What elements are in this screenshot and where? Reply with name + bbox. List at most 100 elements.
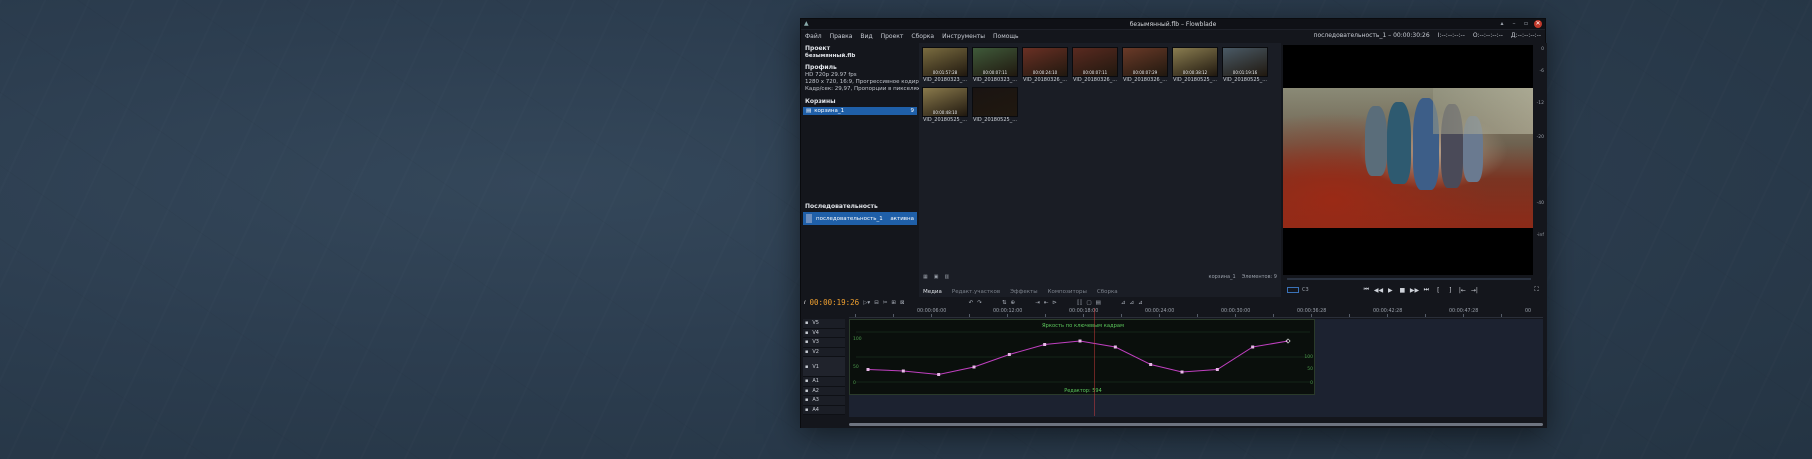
media-name: VID_20180525_... (1223, 77, 1267, 83)
insert-icon[interactable]: ⇥ (1035, 300, 1040, 306)
cut-icon[interactable]: ✂ (883, 300, 888, 306)
menu-render[interactable]: Сборка (911, 33, 934, 40)
menubar: Файл Правка Вид Проект Сборка Инструмент… (801, 30, 1545, 42)
track-mute-icon[interactable]: ▪ (805, 397, 808, 403)
track-header-v2[interactable]: ▪ V2 (803, 347, 845, 357)
menu-file[interactable]: Файл (805, 33, 822, 40)
track-header-v3[interactable]: ▪ V3 (803, 338, 845, 348)
menu-view[interactable]: Вид (860, 33, 872, 40)
track-header-a2[interactable]: ▪ A2 (803, 386, 845, 396)
goto-end-icon[interactable]: ⏭ (1422, 286, 1431, 294)
append-icon[interactable]: ⊳ (1052, 300, 1057, 306)
media-item[interactable]: 00:00:07:29 VID_20180326_... (1122, 47, 1168, 83)
lift-icon[interactable]: ⊠ (900, 300, 905, 306)
media-item[interactable]: 00:00:07:11 VID_20180326_... (1072, 47, 1118, 83)
tab-effects[interactable]: Эффекты (1010, 289, 1038, 295)
list-view-icon[interactable]: ▦ (923, 274, 928, 280)
goto-mark-out-icon[interactable]: →| (1470, 287, 1479, 294)
grid-size-large-icon[interactable]: ▥ (944, 274, 949, 280)
tab-media[interactable]: Медиа (923, 289, 942, 295)
track-mute-icon[interactable]: ▪ (805, 320, 808, 326)
zoom-icon[interactable]: ⊟ (874, 300, 879, 306)
media-item[interactable]: 00:00:38:12 VID_20180525_... (1172, 47, 1218, 83)
sequence-item[interactable]: последовательность_1 активна (803, 212, 917, 225)
playhead[interactable] (1094, 308, 1095, 416)
tab-compositors[interactable]: Композиторы (1048, 289, 1087, 295)
snap-icon[interactable]: ⊕ (1010, 300, 1015, 306)
track-mute-icon[interactable]: ▪ (805, 378, 808, 384)
media-item[interactable]: 00:00:07:11 VID_20180323_... (972, 47, 1018, 83)
overwrite-icon[interactable]: ⇤ (1044, 300, 1049, 306)
goto-mark-in-icon[interactable]: |← (1458, 287, 1467, 294)
mark-in-icon[interactable]: [ (1434, 287, 1443, 294)
keyframe-editor[interactable]: Яркость по ключевым кадрам Редактор: 594 1… (849, 319, 1315, 395)
undo-icon[interactable]: ↶ (969, 300, 974, 306)
play-icon[interactable]: ▶ (1386, 287, 1395, 294)
sequence-name: последовательность_1 (816, 215, 883, 222)
mark-in: I:--:--:--:-- (1437, 32, 1465, 39)
video-monitor[interactable] (1283, 45, 1533, 275)
splice-icon[interactable]: ⊞ (891, 300, 896, 306)
value-label: 50 (853, 364, 859, 370)
trim-icon[interactable]: ⟦⟧ (1077, 300, 1082, 306)
media-item[interactable]: 00:00:24:10 VID_20180326_... (1022, 47, 1068, 83)
track-mute-icon[interactable]: ▪ (805, 364, 808, 370)
flowblade-window: ▲ безымянный.flb – Flowblade ▴ – ▫ ✕ Фай… (800, 18, 1547, 428)
clip-mode-icon[interactable]: C3 (1302, 287, 1309, 293)
menu-tools[interactable]: Инструменты (942, 33, 985, 40)
media-item[interactable]: 00:01:57:28 VID_20180323_... (922, 47, 968, 83)
media-item[interactable]: 00:01:19:16 VID_20180525_... (1222, 47, 1268, 83)
keep-above-icon[interactable]: ▴ (1498, 20, 1506, 28)
rewind-icon[interactable]: ◀◀ (1374, 287, 1383, 294)
mark-out-icon[interactable]: ] (1446, 287, 1455, 294)
keyframe-point (937, 373, 941, 376)
timeline-canvas[interactable]: Яркость по ключевым кадрам Редактор: 594 1… (849, 308, 1543, 417)
box-icon[interactable]: ▢ (1086, 300, 1091, 306)
track-header-v5[interactable]: ▪ V5 (803, 319, 845, 329)
tab-range-log[interactable]: Редакт.участков (952, 289, 1000, 295)
value-label: 50 (1307, 366, 1313, 372)
edit-mode-icon[interactable]: ▷▾ (863, 300, 870, 306)
folder-icon: ▤ (806, 108, 812, 114)
minimize-icon[interactable]: – (1510, 20, 1518, 28)
grid-size-icon[interactable]: ▣ (934, 274, 939, 280)
position-scrubber[interactable] (1287, 276, 1531, 282)
tab-render[interactable]: Сборка (1097, 289, 1118, 295)
media-item[interactable]: 00:00:48:10 VID_20180525_... (922, 87, 968, 123)
menu-edit[interactable]: Правка (830, 33, 853, 40)
multi-icon[interactable]: ▤ (1096, 300, 1101, 306)
redo-icon[interactable]: ↷ (977, 300, 982, 306)
goto-start-icon[interactable]: ⏮ (1362, 286, 1371, 294)
close-icon[interactable]: ✕ (1534, 20, 1542, 28)
level3-icon[interactable]: ⊿ (1138, 300, 1143, 306)
keyframe-point (1113, 345, 1117, 349)
media-item[interactable]: VID_20180525_... (972, 87, 1018, 123)
track-mute-icon[interactable]: ▪ (805, 388, 808, 394)
track-header-a1[interactable]: ▪ A1 (803, 377, 845, 387)
menu-help[interactable]: Помощь (993, 33, 1019, 40)
keyframe-point (1007, 353, 1011, 356)
maximize-icon[interactable]: ▫ (1522, 20, 1530, 28)
fullscreen-icon[interactable]: ⛶ (1532, 286, 1541, 294)
track-header-v4[interactable]: ▪ V4 (803, 328, 845, 338)
sync-icon[interactable]: ⇅ (1002, 300, 1007, 306)
bin-name: корзина_1 (814, 108, 845, 114)
track-header-a4[interactable]: ▪ A4 (803, 405, 845, 415)
timeline-scrollbar[interactable] (849, 423, 1543, 426)
track-mute-icon[interactable]: ▪ (805, 349, 808, 355)
track-mute-icon[interactable]: ▪ (805, 339, 808, 345)
track-mute-icon[interactable]: ▪ (805, 330, 808, 336)
bin-item[interactable]: ▤ корзина_1 9 (803, 107, 917, 115)
menu-project[interactable]: Проект (881, 33, 904, 40)
level2-icon[interactable]: ⊿ (1129, 300, 1134, 306)
track-header-v1[interactable]: ▪ V1 (803, 357, 845, 377)
value-label: 100 (1304, 354, 1313, 360)
level-icon[interactable]: ⊿ (1121, 300, 1126, 306)
track-mute-icon[interactable]: ▪ (805, 407, 808, 413)
fast-forward-icon[interactable]: ▶▶ (1410, 287, 1419, 294)
info-icon[interactable]: i (804, 300, 806, 306)
stop-icon[interactable]: ■ (1398, 287, 1407, 294)
monitor-mode-icon[interactable] (1287, 287, 1299, 293)
track-header-a3[interactable]: ▪ A3 (803, 396, 845, 406)
timeline-ruler[interactable]: 00:00:06:00 00:00:12:00 00:00:18:00 00:00:2… (849, 308, 1543, 318)
